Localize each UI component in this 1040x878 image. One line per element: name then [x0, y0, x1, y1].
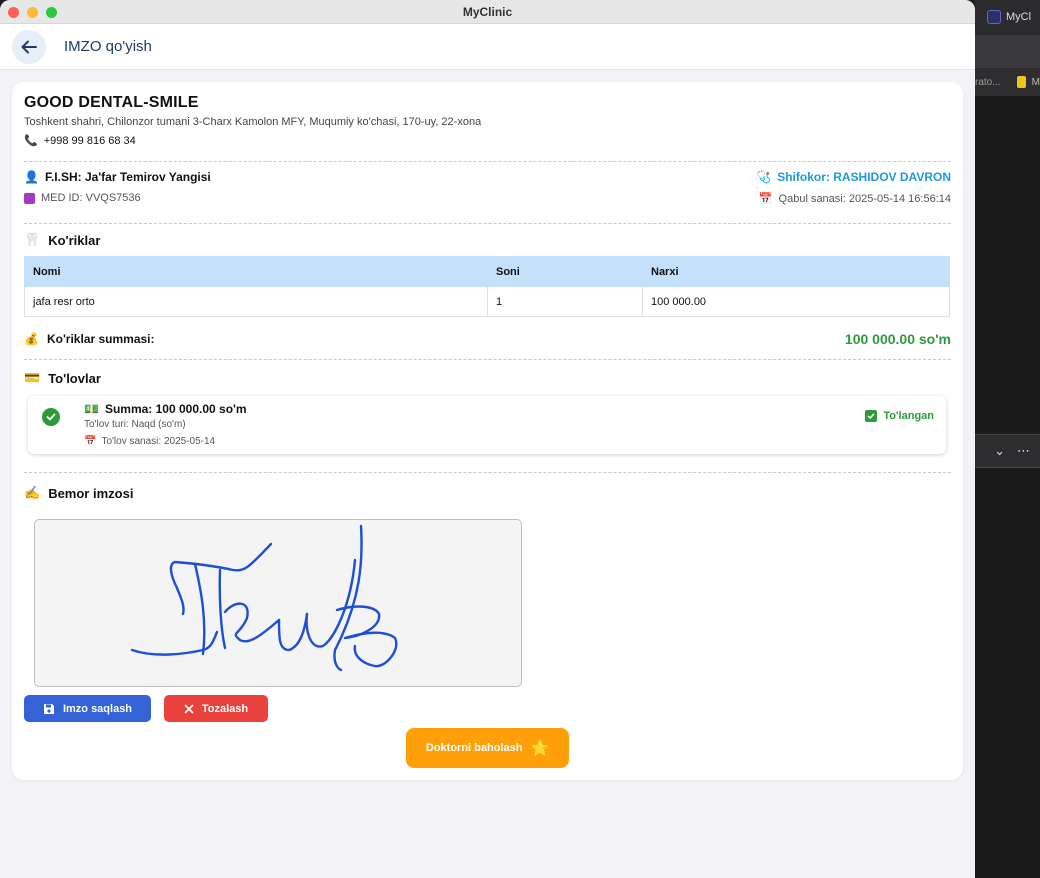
rate-doctor-button[interactable]: Doktorni baholash ⭐ [406, 728, 569, 768]
window-controls [8, 7, 57, 18]
titlebar: MyClinic [0, 0, 975, 24]
close-window-button[interactable] [8, 7, 19, 18]
service-name-cell: jafa resr orto [24, 286, 488, 317]
services-table: Nomi Soni Narxi jafa resr orto 1 100 000… [24, 256, 950, 317]
background-bookmark-text[interactable]: rato... [975, 77, 1001, 88]
bookmark-icon [1016, 76, 1026, 88]
clear-signature-label: Tozalash [201, 702, 249, 715]
window-title: MyClinic [462, 4, 513, 19]
check-box-icon [865, 410, 878, 422]
divider [24, 359, 951, 360]
minimize-window-button[interactable] [27, 7, 38, 18]
back-button[interactable] [12, 29, 46, 64]
check-circle-icon [42, 408, 60, 426]
doctor-name[interactable]: Shifokor: RASHIDOV DAVRON [777, 170, 951, 184]
services-heading: 🦷 Ko'riklar [24, 232, 951, 248]
arrow-left-icon [21, 40, 37, 53]
divider [24, 472, 951, 473]
column-header-count: Soni [487, 256, 643, 287]
visit-date-row: 📅 Qabul sanasi: 2025-05-14 16:56:14 [756, 192, 951, 206]
background-window: MyCl rato... M ⌄ ⋯ [975, 0, 1040, 878]
payment-item: 💵 Summa: 100 000.00 so'm To'lov turi: Na… [28, 396, 946, 454]
rate-doctor-label: Doktorni baholash [425, 742, 523, 754]
phone-icon: 📞 [24, 135, 38, 147]
background-bookmark-text-2[interactable]: M [1032, 77, 1040, 88]
save-signature-label: Imzo saqlash [62, 702, 133, 715]
user-icon: 👤 [24, 170, 39, 184]
clinic-phone: +998 99 816 68 34 [43, 134, 136, 147]
calendar-icon: 📅 [84, 436, 97, 447]
payments-heading: 💳 To'lovlar [24, 370, 951, 386]
more-icon[interactable]: ⋯ [1017, 443, 1030, 459]
clinic-name: GOOD DENTAL-SMILE [24, 94, 199, 111]
table-row: jafa resr orto 1 100 000.00 [24, 286, 950, 317]
med-id-row: MED ID: VVQS7536 [24, 192, 211, 204]
credit-card-icon: 💳 [24, 370, 41, 385]
payments-title: To'lovlar [48, 370, 101, 386]
clear-signature-button[interactable]: Tozalash [164, 695, 268, 722]
background-tab-label: MyCl [1006, 11, 1032, 23]
tooth-icon: 🦷 [24, 232, 41, 247]
services-total-row: 💰 Ko'riklar summasi: 100 000.00 so'm [24, 331, 951, 347]
zoom-window-button[interactable] [46, 7, 57, 18]
services-title: Ko'riklar [48, 232, 101, 248]
background-bookmarks: rato... M [975, 68, 1040, 96]
close-icon [184, 704, 194, 713]
column-header-name: Nomi [24, 256, 488, 287]
patient-name: F.I.SH: Ja'far Temirov Yangisi [44, 170, 211, 184]
payment-date: To'lov sanasi: 2025-05-14 [101, 436, 216, 447]
background-tab[interactable]: MyCl [987, 10, 1031, 24]
app-logo-icon [987, 10, 1001, 24]
background-panel: ⌄ ⋯ [975, 434, 1040, 468]
divider [24, 161, 951, 162]
stethoscope-icon: 🩺 [756, 170, 772, 184]
table-header-row: Nomi Soni Narxi [24, 256, 950, 287]
services-total-amount: 100 000.00 so'm [844, 331, 951, 347]
signature-stroke [130, 524, 398, 672]
cash-icon: 💵 [84, 402, 99, 416]
signature-title: Bemor imzosi [48, 485, 134, 501]
service-count-cell: 1 [487, 286, 643, 317]
background-tabbar: MyCl [975, 0, 1040, 36]
money-bag-icon: 💰 [24, 332, 39, 346]
med-id: MED ID: VVQS7536 [41, 192, 141, 204]
payment-status: To'langan [865, 410, 934, 422]
signature-heading: ✍️ Bemor imzosi [24, 485, 951, 501]
app-header: IMZO qo'yish [0, 24, 975, 70]
payment-status-label: To'langan [883, 410, 934, 422]
background-toolbar [975, 36, 1040, 68]
id-icon [24, 192, 35, 204]
patient-info: 👤 F.I.SH: Ja'far Temirov Yangisi MED ID:… [24, 170, 951, 205]
visit-date: Qabul sanasi: 2025-05-14 16:56:14 [778, 192, 951, 205]
writing-hand-icon: ✍️ [24, 485, 41, 500]
star-icon: ⭐ [530, 740, 550, 757]
services-total-label: Ko'riklar summasi: [46, 332, 155, 346]
clinic-phone-row: 📞 +998 99 816 68 34 [24, 134, 951, 148]
payment-date-row: 📅 To'lov sanasi: 2025-05-14 [84, 436, 247, 447]
receipt-card: GOOD DENTAL-SMILE Toshkent shahri, Chilo… [12, 82, 963, 780]
service-price-cell: 100 000.00 [642, 286, 950, 317]
column-header-price: Narxi [642, 256, 950, 287]
payment-summa: Summa: 100 000.00 so'm [104, 402, 247, 416]
calendar-icon: 📅 [758, 193, 773, 205]
app-window: MyClinic IMZO qo'yish GOOD DENTAL-SMILE … [0, 0, 975, 878]
divider [24, 223, 951, 224]
doctor-row: 🩺 Shifokor: RASHIDOV DAVRON [756, 170, 951, 184]
patient-name-row: 👤 F.I.SH: Ja'far Temirov Yangisi [24, 170, 211, 184]
clinic-address: Toshkent shahri, Chilonzor tumani 3-Char… [24, 116, 482, 128]
payment-type: To'lov turi: Naqd (so'm) [84, 419, 186, 430]
chevron-down-icon[interactable]: ⌄ [994, 443, 1005, 459]
page-title: IMZO qo'yish [64, 38, 152, 55]
payment-summa-row: 💵 Summa: 100 000.00 so'm [84, 402, 247, 416]
save-signature-button[interactable]: Imzo saqlash [24, 695, 151, 722]
save-icon [43, 703, 54, 714]
signature-pad[interactable] [34, 519, 522, 687]
